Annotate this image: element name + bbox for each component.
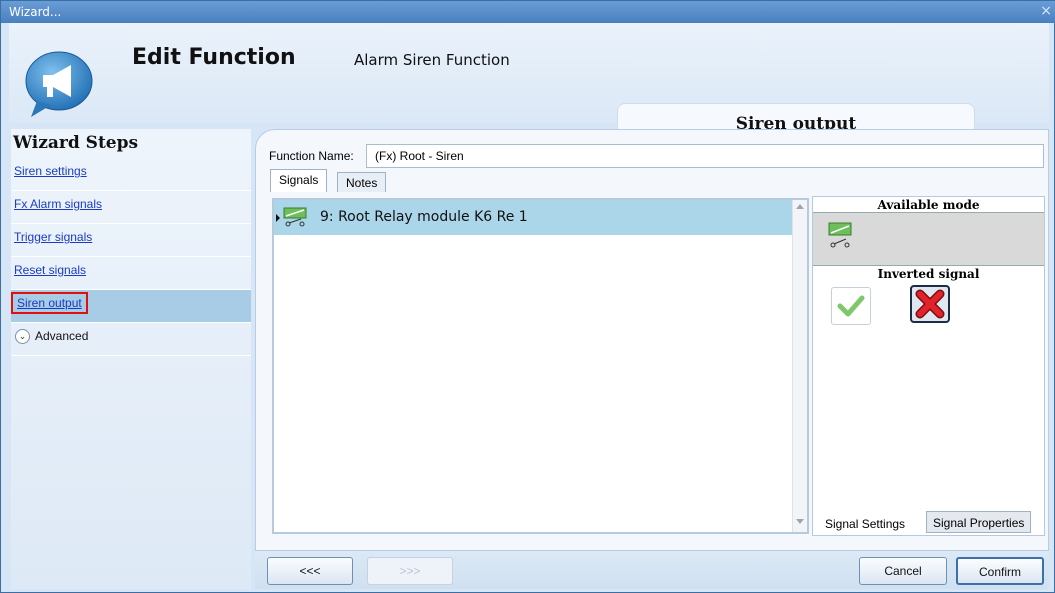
sidebar-title: Wizard Steps xyxy=(13,133,139,153)
function-name-field[interactable]: (Fx) Root - Siren xyxy=(366,144,1044,168)
confirm-button[interactable]: Confirm xyxy=(956,557,1044,585)
inverted-yes-button[interactable] xyxy=(831,287,871,325)
step-advanced-expander[interactable]: ⌄ Advanced xyxy=(11,323,251,356)
inverted-no-button[interactable] xyxy=(910,285,950,323)
cancel-button[interactable]: Cancel xyxy=(859,557,947,585)
back-button[interactable]: <<< xyxy=(267,557,353,585)
wizard-footer: <<< >>> Cancel Confirm xyxy=(255,551,1049,589)
steps-list: Siren settings Fx Alarm signals Trigger … xyxy=(11,158,251,356)
title-bar: Wizard... × xyxy=(1,1,1055,23)
step-fx-alarm-signals[interactable]: Fx Alarm signals xyxy=(11,191,251,224)
next-button[interactable]: >>> xyxy=(367,557,453,585)
main-panel: Function Name: (Fx) Root - Siren Signals… xyxy=(255,129,1049,551)
step-label[interactable]: Fx Alarm signals xyxy=(14,197,102,211)
tab-notes[interactable]: Notes xyxy=(337,172,387,192)
checkmark-icon xyxy=(837,295,865,317)
step-reset-signals[interactable]: Reset signals xyxy=(11,257,251,290)
tab-signal-properties[interactable]: Signal Properties xyxy=(926,511,1032,533)
step-label[interactable]: Siren settings xyxy=(14,164,87,178)
header: Edit Function Alarm Siren Function Siren… xyxy=(9,23,1049,145)
step-label[interactable]: Trigger signals xyxy=(14,230,92,244)
page-title: Edit Function xyxy=(132,45,296,70)
megaphone-speech-bubble-icon xyxy=(25,51,93,117)
tab-signals[interactable]: Signals xyxy=(270,169,328,192)
row-selector-icon xyxy=(276,214,280,222)
available-mode-area xyxy=(813,213,1044,265)
list-scrollbar[interactable] xyxy=(792,200,807,532)
chevron-down-icon[interactable]: ⌄ xyxy=(15,329,30,344)
inverted-signal-heading: Inverted signal xyxy=(813,265,1044,281)
page-subtitle: Alarm Siren Function xyxy=(354,51,510,69)
window-title: Wizard... xyxy=(9,5,62,19)
signals-list: 9: Root Relay module K6 Re 1 xyxy=(272,198,809,534)
close-icon[interactable]: × xyxy=(1040,3,1052,19)
step-label[interactable]: Reset signals xyxy=(14,263,86,277)
list-item[interactable]: 9: Root Relay module K6 Re 1 xyxy=(274,200,793,235)
wizard-window: Wizard... × Edit Function Alarm Siren Fu… xyxy=(0,0,1055,593)
tab-signal-settings[interactable]: Signal Settings xyxy=(819,513,912,535)
step-label[interactable]: Advanced xyxy=(35,329,88,343)
step-siren-settings[interactable]: Siren settings xyxy=(11,158,251,191)
signal-label: 9: Root Relay module K6 Re 1 xyxy=(320,209,528,225)
scroll-up-icon[interactable] xyxy=(796,204,804,209)
relay-mode-icon[interactable] xyxy=(827,221,855,251)
red-x-icon xyxy=(915,289,945,319)
wizard-steps-sidebar: Wizard Steps Siren settings Fx Alarm sig… xyxy=(11,129,251,589)
scroll-down-icon[interactable] xyxy=(796,519,804,524)
function-name-label: Function Name: xyxy=(269,149,354,163)
relay-icon xyxy=(283,207,307,227)
step-label[interactable]: Siren output xyxy=(11,292,88,314)
step-trigger-signals[interactable]: Trigger signals xyxy=(11,224,251,257)
available-mode-heading: Available mode xyxy=(813,197,1044,213)
step-siren-output[interactable]: Siren output xyxy=(11,290,251,323)
signal-settings-panel: Available mode Inverted signal Signal Se… xyxy=(812,196,1045,536)
